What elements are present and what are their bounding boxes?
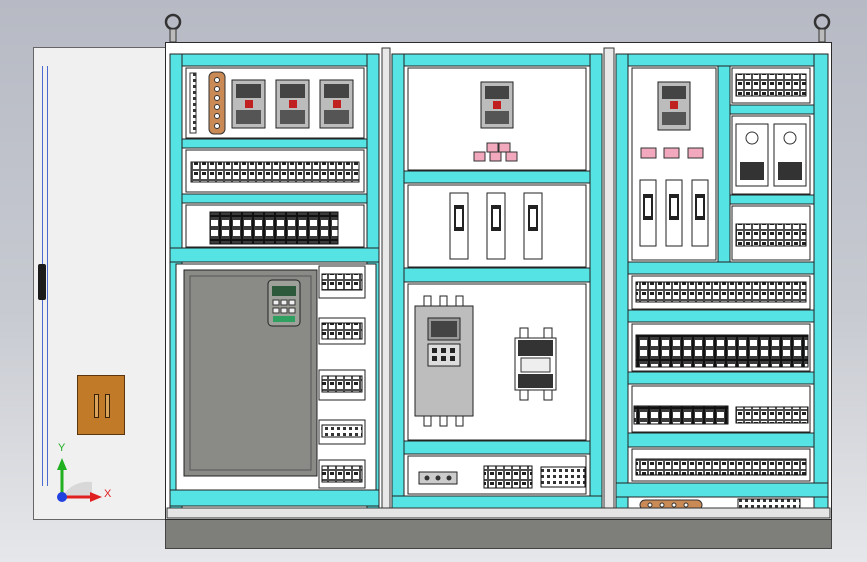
coordinate-triad-icon (57, 458, 102, 502)
soft-starter (414, 295, 474, 427)
fuse-holder (449, 192, 469, 260)
contactor (514, 327, 557, 401)
cabinet-drawing (57, 13, 831, 519)
lifting-eye-icon (813, 13, 831, 43)
fuse-holder (691, 179, 709, 247)
circuit-breaker (275, 79, 310, 129)
fuse-holder (523, 192, 543, 260)
circuit-breaker (657, 81, 691, 131)
section-1 (169, 53, 380, 510)
fuse-holder (486, 192, 506, 260)
section-2 (391, 53, 603, 511)
main-breaker (480, 81, 514, 129)
frequency-inverter (183, 269, 318, 477)
axis-x-label: X (104, 488, 112, 500)
fuse-holder (665, 179, 683, 247)
fuse-holder (639, 179, 657, 247)
axis-y-label: Y (58, 442, 66, 454)
circuit-breaker (319, 79, 354, 129)
power-supply (735, 123, 769, 187)
lifting-eye-icon (164, 13, 182, 43)
section-3 (615, 53, 829, 511)
circuit-breaker (231, 79, 266, 129)
power-supply (773, 123, 807, 187)
